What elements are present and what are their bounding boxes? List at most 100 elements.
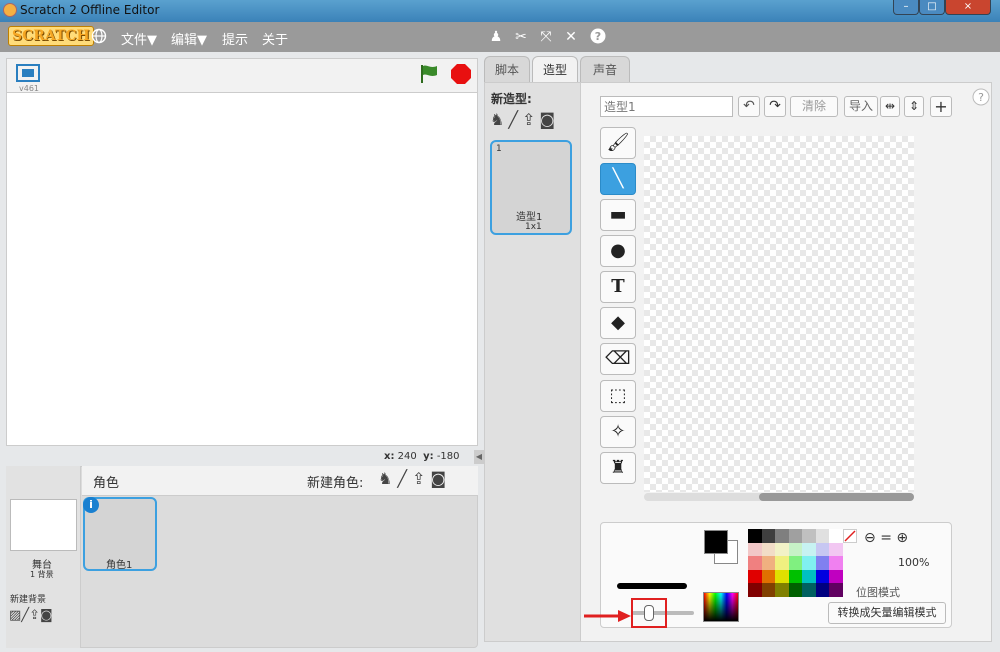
eraser-icon[interactable]: ⌫ — [600, 343, 636, 375]
editor-help-icon[interactable]: ? — [972, 88, 990, 109]
color-picker-spectrum[interactable] — [703, 592, 739, 622]
menu-edit[interactable]: 编辑▼ — [171, 29, 207, 48]
import-button[interactable]: 导入 — [844, 96, 878, 117]
paint-backdrop-icon[interactable]: ╱ — [21, 608, 29, 623]
palette-swatch[interactable] — [761, 529, 776, 543]
palette-swatch[interactable] — [829, 569, 843, 584]
palette-swatch[interactable] — [748, 529, 762, 543]
zoom-in-icon[interactable]: ⊕ — [896, 530, 908, 546]
palette-swatch[interactable] — [775, 529, 789, 543]
brush-icon[interactable]: 🖌 — [600, 127, 636, 159]
menu-file[interactable]: 文件▼ — [121, 29, 157, 48]
palette-swatch[interactable] — [748, 569, 762, 584]
paint-sprite-icon[interactable]: ╱ — [397, 469, 412, 488]
palette-swatch[interactable] — [829, 583, 843, 597]
canvas-hscroll[interactable] — [644, 493, 914, 501]
palette-swatch[interactable] — [788, 529, 803, 543]
palette-swatch[interactable] — [815, 542, 830, 557]
choose-costume-icon[interactable]: ♞ — [490, 110, 508, 129]
palette-swatch[interactable] — [829, 529, 843, 543]
upload-costume-icon[interactable]: ⇪ — [522, 110, 539, 129]
costume-name-input[interactable] — [600, 96, 733, 117]
menu-tips[interactable]: 提示 — [222, 29, 248, 48]
info-icon[interactable]: i — [83, 497, 99, 513]
palette-swatch[interactable] — [761, 556, 776, 570]
palette-swatch[interactable] — [802, 583, 816, 597]
help-icon[interactable]: ? — [589, 28, 607, 46]
collapse-stage-button[interactable]: ◀ — [474, 450, 484, 464]
primary-color-swatch[interactable] — [704, 530, 728, 554]
palette-swatch[interactable] — [815, 529, 830, 543]
palette-swatch[interactable] — [788, 556, 803, 570]
scratch-logo[interactable]: SCRATCH — [8, 26, 94, 46]
upload-sprite-icon[interactable]: ⇪ — [412, 469, 430, 488]
palette-swatch[interactable] — [829, 542, 843, 557]
fill-bucket-icon[interactable]: ◆ — [600, 307, 636, 339]
palette-swatch[interactable] — [775, 583, 789, 597]
paint-costume-icon[interactable]: ╱ — [508, 110, 522, 129]
zoom-reset-icon[interactable]: = — [880, 530, 892, 546]
tab-costumes[interactable]: 造型 — [532, 56, 578, 82]
convert-to-vector-button[interactable]: 转换成矢量编辑模式 — [828, 602, 946, 624]
stamp-icon[interactable]: ♜ — [600, 452, 636, 484]
text-tool-icon[interactable]: T — [600, 271, 636, 303]
rectangle-tool-icon[interactable]: ▬ — [600, 199, 636, 231]
palette-swatch[interactable] — [815, 583, 830, 597]
redo-icon[interactable]: ↷ — [764, 96, 786, 117]
tab-sounds[interactable]: 声音 — [580, 56, 630, 82]
transparent-color-swatch[interactable] — [843, 529, 857, 543]
fullscreen-icon[interactable] — [16, 64, 40, 85]
line-tool-icon[interactable]: ╲ — [600, 163, 636, 195]
flip-horizontal-icon[interactable]: ⇹ — [880, 96, 900, 117]
duplicate-stamp-icon[interactable]: ♟ — [487, 28, 505, 46]
clear-button[interactable]: 清除 — [790, 96, 838, 117]
palette-swatch[interactable] — [775, 556, 789, 570]
choose-backdrop-icon[interactable]: ▨ — [9, 608, 21, 623]
stop-sign-icon[interactable] — [450, 63, 472, 88]
camera-backdrop-icon[interactable]: ◙ — [40, 608, 53, 623]
menu-about[interactable]: 关于 — [262, 29, 288, 48]
camera-costume-icon[interactable]: ◙ — [539, 110, 559, 129]
close-window-button[interactable]: × — [945, 0, 991, 15]
palette-swatch[interactable] — [802, 542, 816, 557]
palette-swatch[interactable] — [788, 569, 803, 584]
globe-icon[interactable] — [90, 28, 108, 46]
maximize-button[interactable]: □ — [919, 0, 945, 15]
palette-swatch[interactable] — [815, 569, 830, 584]
palette-swatch[interactable] — [761, 542, 776, 557]
palette-swatch[interactable] — [815, 556, 830, 570]
palette-swatch[interactable] — [802, 556, 816, 570]
palette-swatch[interactable] — [761, 583, 776, 597]
ellipse-tool-icon[interactable]: ● — [600, 235, 636, 267]
choose-sprite-icon[interactable]: ♞ — [378, 469, 397, 488]
minimize-button[interactable]: – — [893, 0, 919, 15]
stage-thumbnail[interactable] — [10, 499, 77, 551]
zoom-out-icon[interactable]: ⊖ — [864, 530, 876, 546]
palette-swatch[interactable] — [748, 583, 762, 597]
stage-canvas[interactable] — [6, 92, 478, 446]
palette-swatch[interactable] — [788, 583, 803, 597]
palette-swatch[interactable] — [775, 569, 789, 584]
camera-sprite-icon[interactable]: ◙ — [430, 469, 451, 488]
palette-swatch[interactable] — [788, 542, 803, 557]
select-tool-icon[interactable]: ⬚ — [600, 380, 636, 412]
upload-backdrop-icon[interactable]: ⇪ — [29, 608, 40, 623]
flip-vertical-icon[interactable]: ⇕ — [904, 96, 924, 117]
cut-scissors-icon[interactable]: ✂ — [512, 28, 530, 46]
palette-swatch[interactable] — [761, 569, 776, 584]
grow-icon[interactable]: ⤧ — [537, 28, 555, 46]
palette-swatch[interactable] — [748, 542, 762, 557]
palette-swatch[interactable] — [775, 542, 789, 557]
palette-swatch[interactable] — [829, 556, 843, 570]
drawing-canvas[interactable] — [644, 136, 914, 492]
palette-swatch[interactable] — [802, 569, 816, 584]
set-center-icon[interactable]: + — [930, 96, 952, 117]
palette-swatch[interactable] — [748, 556, 762, 570]
remove-background-icon[interactable]: ✧ — [600, 416, 636, 448]
green-flag-icon[interactable] — [418, 63, 440, 88]
tab-scripts[interactable]: 脚本 — [484, 56, 530, 82]
scroll-thumb[interactable] — [759, 493, 914, 501]
palette-swatch[interactable] — [802, 529, 816, 543]
shrink-icon[interactable]: ✕ — [562, 28, 580, 46]
undo-icon[interactable]: ↶ — [738, 96, 760, 117]
